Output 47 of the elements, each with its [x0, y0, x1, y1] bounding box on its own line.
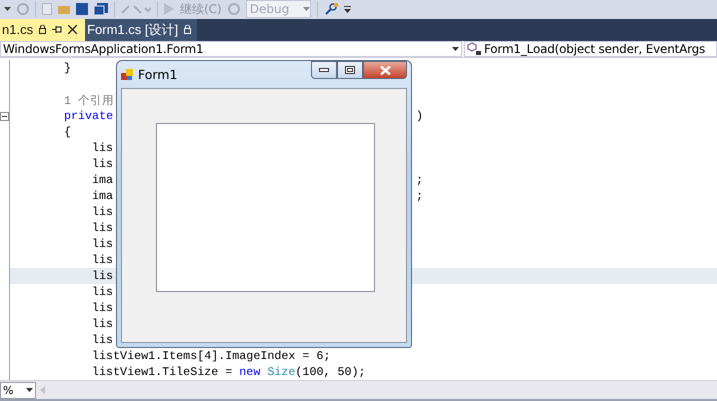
code-line: lis	[92, 205, 114, 220]
code-line: lis	[92, 301, 114, 316]
caret-icon[interactable]	[4, 6, 11, 12]
overflow-icon[interactable]	[344, 6, 351, 13]
minimize-icon	[319, 68, 329, 72]
member-dropdown[interactable]: Form1_Load(object sender, EventArgs	[464, 40, 717, 58]
document-tab[interactable]: n1.cs	[0, 18, 86, 41]
code-line: lis	[92, 269, 114, 284]
code-line: ima	[92, 173, 114, 188]
collapse-icon[interactable]	[0, 112, 9, 121]
code-line: listView1.TileSize = new Size(100, 50);	[92, 365, 366, 380]
caret-icon	[452, 47, 459, 52]
save-all-icon[interactable]	[94, 3, 108, 16]
window-title: Form1	[138, 67, 178, 82]
code-line: lis	[92, 253, 114, 268]
method-icon	[467, 42, 481, 56]
save-icon[interactable]	[76, 3, 88, 16]
zoom-dropdown[interactable]: %	[0, 382, 36, 399]
caret-icon	[26, 388, 33, 392]
close-icon	[380, 66, 390, 74]
code-line: lis	[92, 141, 114, 156]
type-dropdown[interactable]: WindowsFormsApplication1.Form1	[0, 40, 462, 58]
maximize-button[interactable]	[337, 61, 363, 79]
caret-icon	[302, 7, 310, 12]
close-icon[interactable]	[68, 25, 78, 34]
code-line: lis	[92, 317, 114, 332]
find-icon[interactable]	[324, 3, 338, 16]
document-tab[interactable]: Form1.cs [设计]	[85, 18, 198, 41]
code-line: private	[64, 109, 114, 124]
code-line: lis	[92, 333, 114, 348]
code-line: ima	[92, 189, 114, 204]
code-line: {	[64, 125, 72, 140]
code-line: lis	[92, 221, 114, 236]
code-line: listView1.Items[4].ImageIndex = 6;	[92, 349, 330, 364]
close-button[interactable]	[363, 61, 407, 79]
code-line: lis	[92, 285, 114, 300]
code-line: 1 个引用	[64, 92, 114, 108]
minimize-button[interactable]	[311, 61, 337, 79]
app-icon	[121, 68, 133, 80]
code-fragment: ;	[416, 173, 424, 188]
code-fragment: )	[416, 109, 424, 124]
pin-icon[interactable]	[52, 25, 62, 34]
code-line: lis	[92, 157, 114, 172]
maximize-icon	[345, 66, 355, 74]
code-line: }	[64, 61, 72, 76]
code-fragment: ;	[416, 189, 424, 204]
code-line: lis	[92, 237, 114, 252]
